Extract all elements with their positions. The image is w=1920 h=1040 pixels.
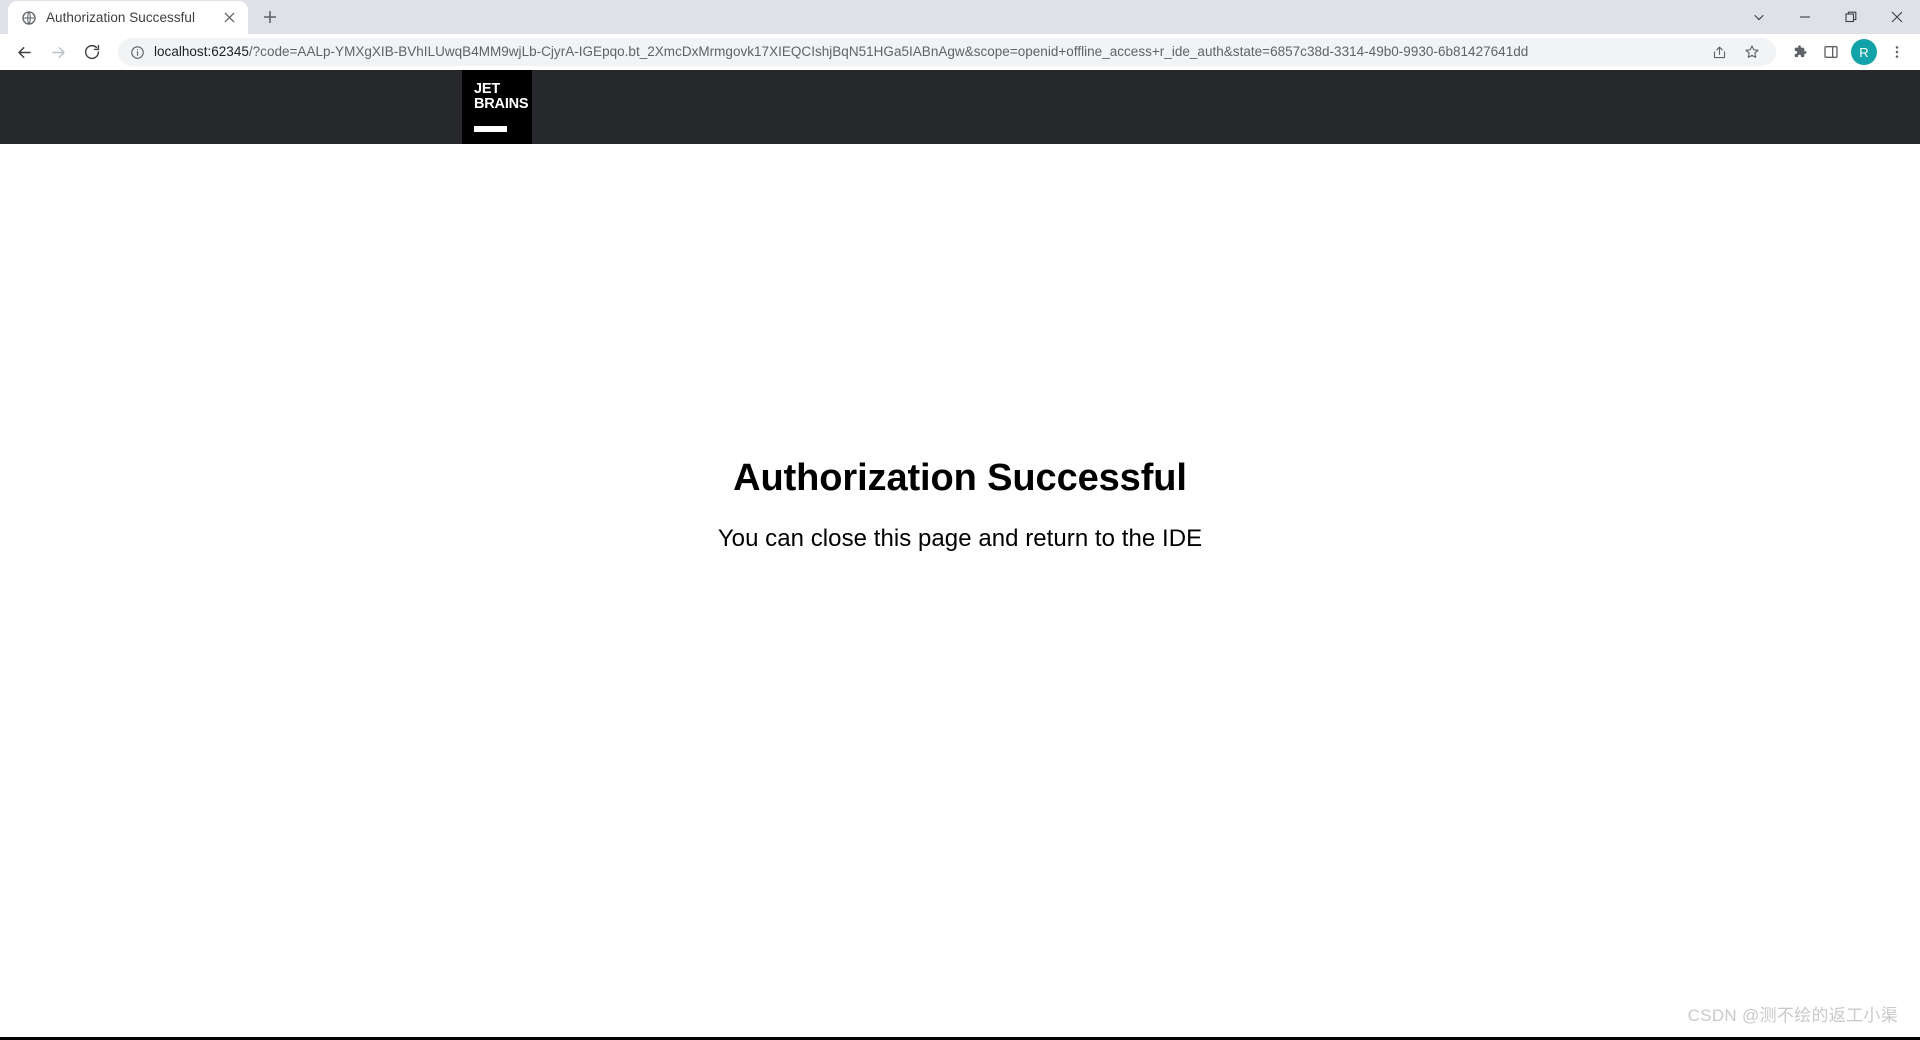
- side-panel-button[interactable]: [1816, 37, 1846, 67]
- page-body: Authorization Successful You can close t…: [0, 144, 1920, 1040]
- minimize-button[interactable]: [1782, 0, 1828, 34]
- page-subtitle: You can close this page and return to th…: [717, 524, 1203, 552]
- profile-avatar[interactable]: R: [1851, 39, 1877, 65]
- forward-button[interactable]: [42, 36, 74, 68]
- tab-strip: Authorization Successful: [0, 0, 1920, 34]
- tab-search-button[interactable]: [1736, 0, 1782, 34]
- tab-title: Authorization Successful: [46, 10, 196, 25]
- back-button[interactable]: [8, 36, 40, 68]
- browser-toolbar: localhost:62345/?code=AALp-YMXgXIB-BVhIL…: [0, 34, 1920, 70]
- info-circle-icon[interactable]: [129, 44, 145, 60]
- message-block: Authorization Successful You can close t…: [0, 456, 1920, 553]
- maximize-button[interactable]: [1828, 0, 1874, 34]
- jetbrains-logo-line2: BRAINS: [474, 96, 529, 112]
- globe-icon: [20, 9, 37, 26]
- window-close-button[interactable]: [1874, 0, 1920, 34]
- page-viewport: JET BRAINS Authorization Successful You …: [0, 70, 1920, 1040]
- jetbrains-logo-line1: JET: [474, 81, 500, 98]
- jetbrains-logo: JET BRAINS: [462, 70, 532, 144]
- three-dot-menu-icon[interactable]: [1882, 37, 1912, 67]
- url-host: localhost:62345: [154, 44, 249, 59]
- site-header: JET BRAINS: [0, 70, 1920, 144]
- jetbrains-logo-bar: [474, 125, 507, 132]
- reload-button[interactable]: [76, 36, 108, 68]
- window-controls: [1736, 0, 1920, 34]
- extensions-button[interactable]: [1784, 37, 1814, 67]
- tab-close-icon[interactable]: [220, 9, 238, 27]
- star-icon[interactable]: [1740, 40, 1764, 64]
- new-tab-button[interactable]: [256, 3, 284, 31]
- address-bar[interactable]: localhost:62345/?code=AALp-YMXgXIB-BVhIL…: [118, 38, 1776, 66]
- page-title: Authorization Successful: [733, 457, 1187, 499]
- browser-window: Authorization Successful localhost:62345…: [0, 0, 1920, 1040]
- url-path: /?code=AALp-YMXgXIB-BVhILUwqB4MM9wjLb-Cj…: [248, 44, 1529, 59]
- address-bar-url: localhost:62345/?code=AALp-YMXgXIB-BVhIL…: [154, 38, 1698, 66]
- watermark: CSDN @测不绘的返工小渠: [1687, 1006, 1898, 1025]
- share-icon[interactable]: [1707, 40, 1731, 64]
- browser-tab[interactable]: Authorization Successful: [8, 1, 248, 34]
